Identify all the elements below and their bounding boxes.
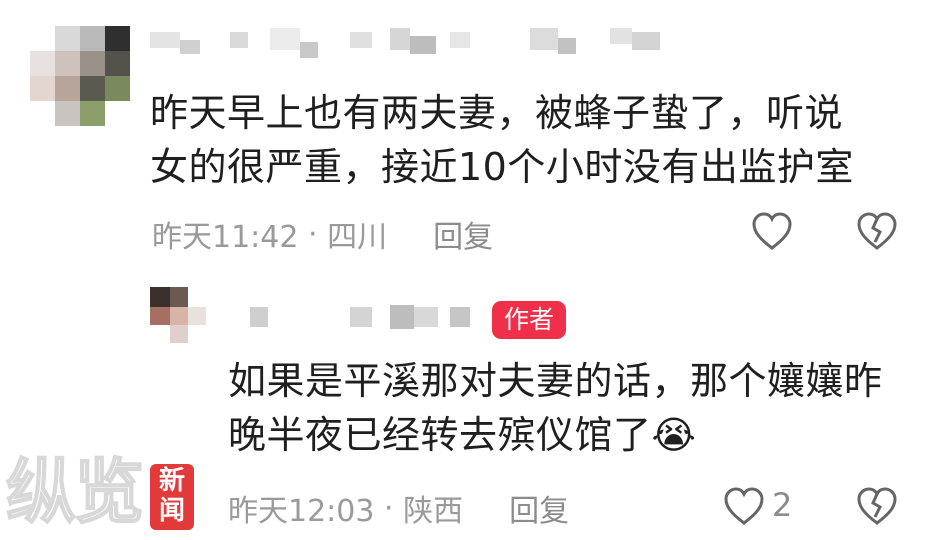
comment-location: 四川	[327, 220, 388, 255]
comment-body: 如果是平溪那对夫妻的话，那个孃孃昨 晚半夜已经转去殡仪馆了😭	[228, 354, 883, 462]
avatar[interactable]	[150, 287, 206, 343]
heart-icon[interactable]	[750, 210, 794, 252]
comment-body: 昨天早上也有两夫妻，被蜂子蛰了，听说 女的很严重，接近10个小时没有出监护室	[150, 86, 854, 194]
meta-separator: ·	[374, 490, 404, 526]
comment-meta: 昨天12:03 · 陕西 回复	[228, 486, 569, 530]
comment-meta: 昨天11:42 · 四川 回复	[152, 212, 493, 256]
comment-line: 昨天早上也有两夫妻，被蜂子蛰了，听说	[150, 91, 844, 135]
watermark-brand-text: 纵览	[5, 451, 145, 533]
comment-time: 昨天11:42	[152, 220, 299, 255]
heart-icon[interactable]	[722, 485, 766, 527]
like-count: 2	[772, 486, 793, 524]
watermark-news-badge: 新 闻	[150, 464, 194, 530]
reply-button[interactable]: 回复	[433, 212, 493, 256]
meta-separator: ·	[298, 216, 328, 252]
username-redacted[interactable]	[150, 28, 700, 68]
watermark-badge-char: 闻	[158, 496, 185, 526]
watermark-badge-char: 新	[158, 466, 185, 496]
dislike-broken-heart-icon[interactable]	[855, 210, 899, 252]
comment-line: 如果是平溪那对夫妻的话，那个孃孃昨	[228, 359, 883, 403]
author-badge: 作者	[492, 301, 567, 339]
comment-line: 女的很严重，接近10个小时没有出监护室	[150, 145, 854, 189]
username-redacted[interactable]	[250, 305, 480, 333]
avatar[interactable]	[30, 26, 130, 126]
comment-location: 陕西	[403, 494, 464, 529]
comment-line: 晚半夜已经转去殡仪馆了😭	[228, 413, 697, 457]
reply-button[interactable]: 回复	[509, 486, 569, 530]
comment-time: 昨天12:03	[228, 494, 375, 529]
dislike-broken-heart-icon[interactable]	[855, 485, 899, 527]
